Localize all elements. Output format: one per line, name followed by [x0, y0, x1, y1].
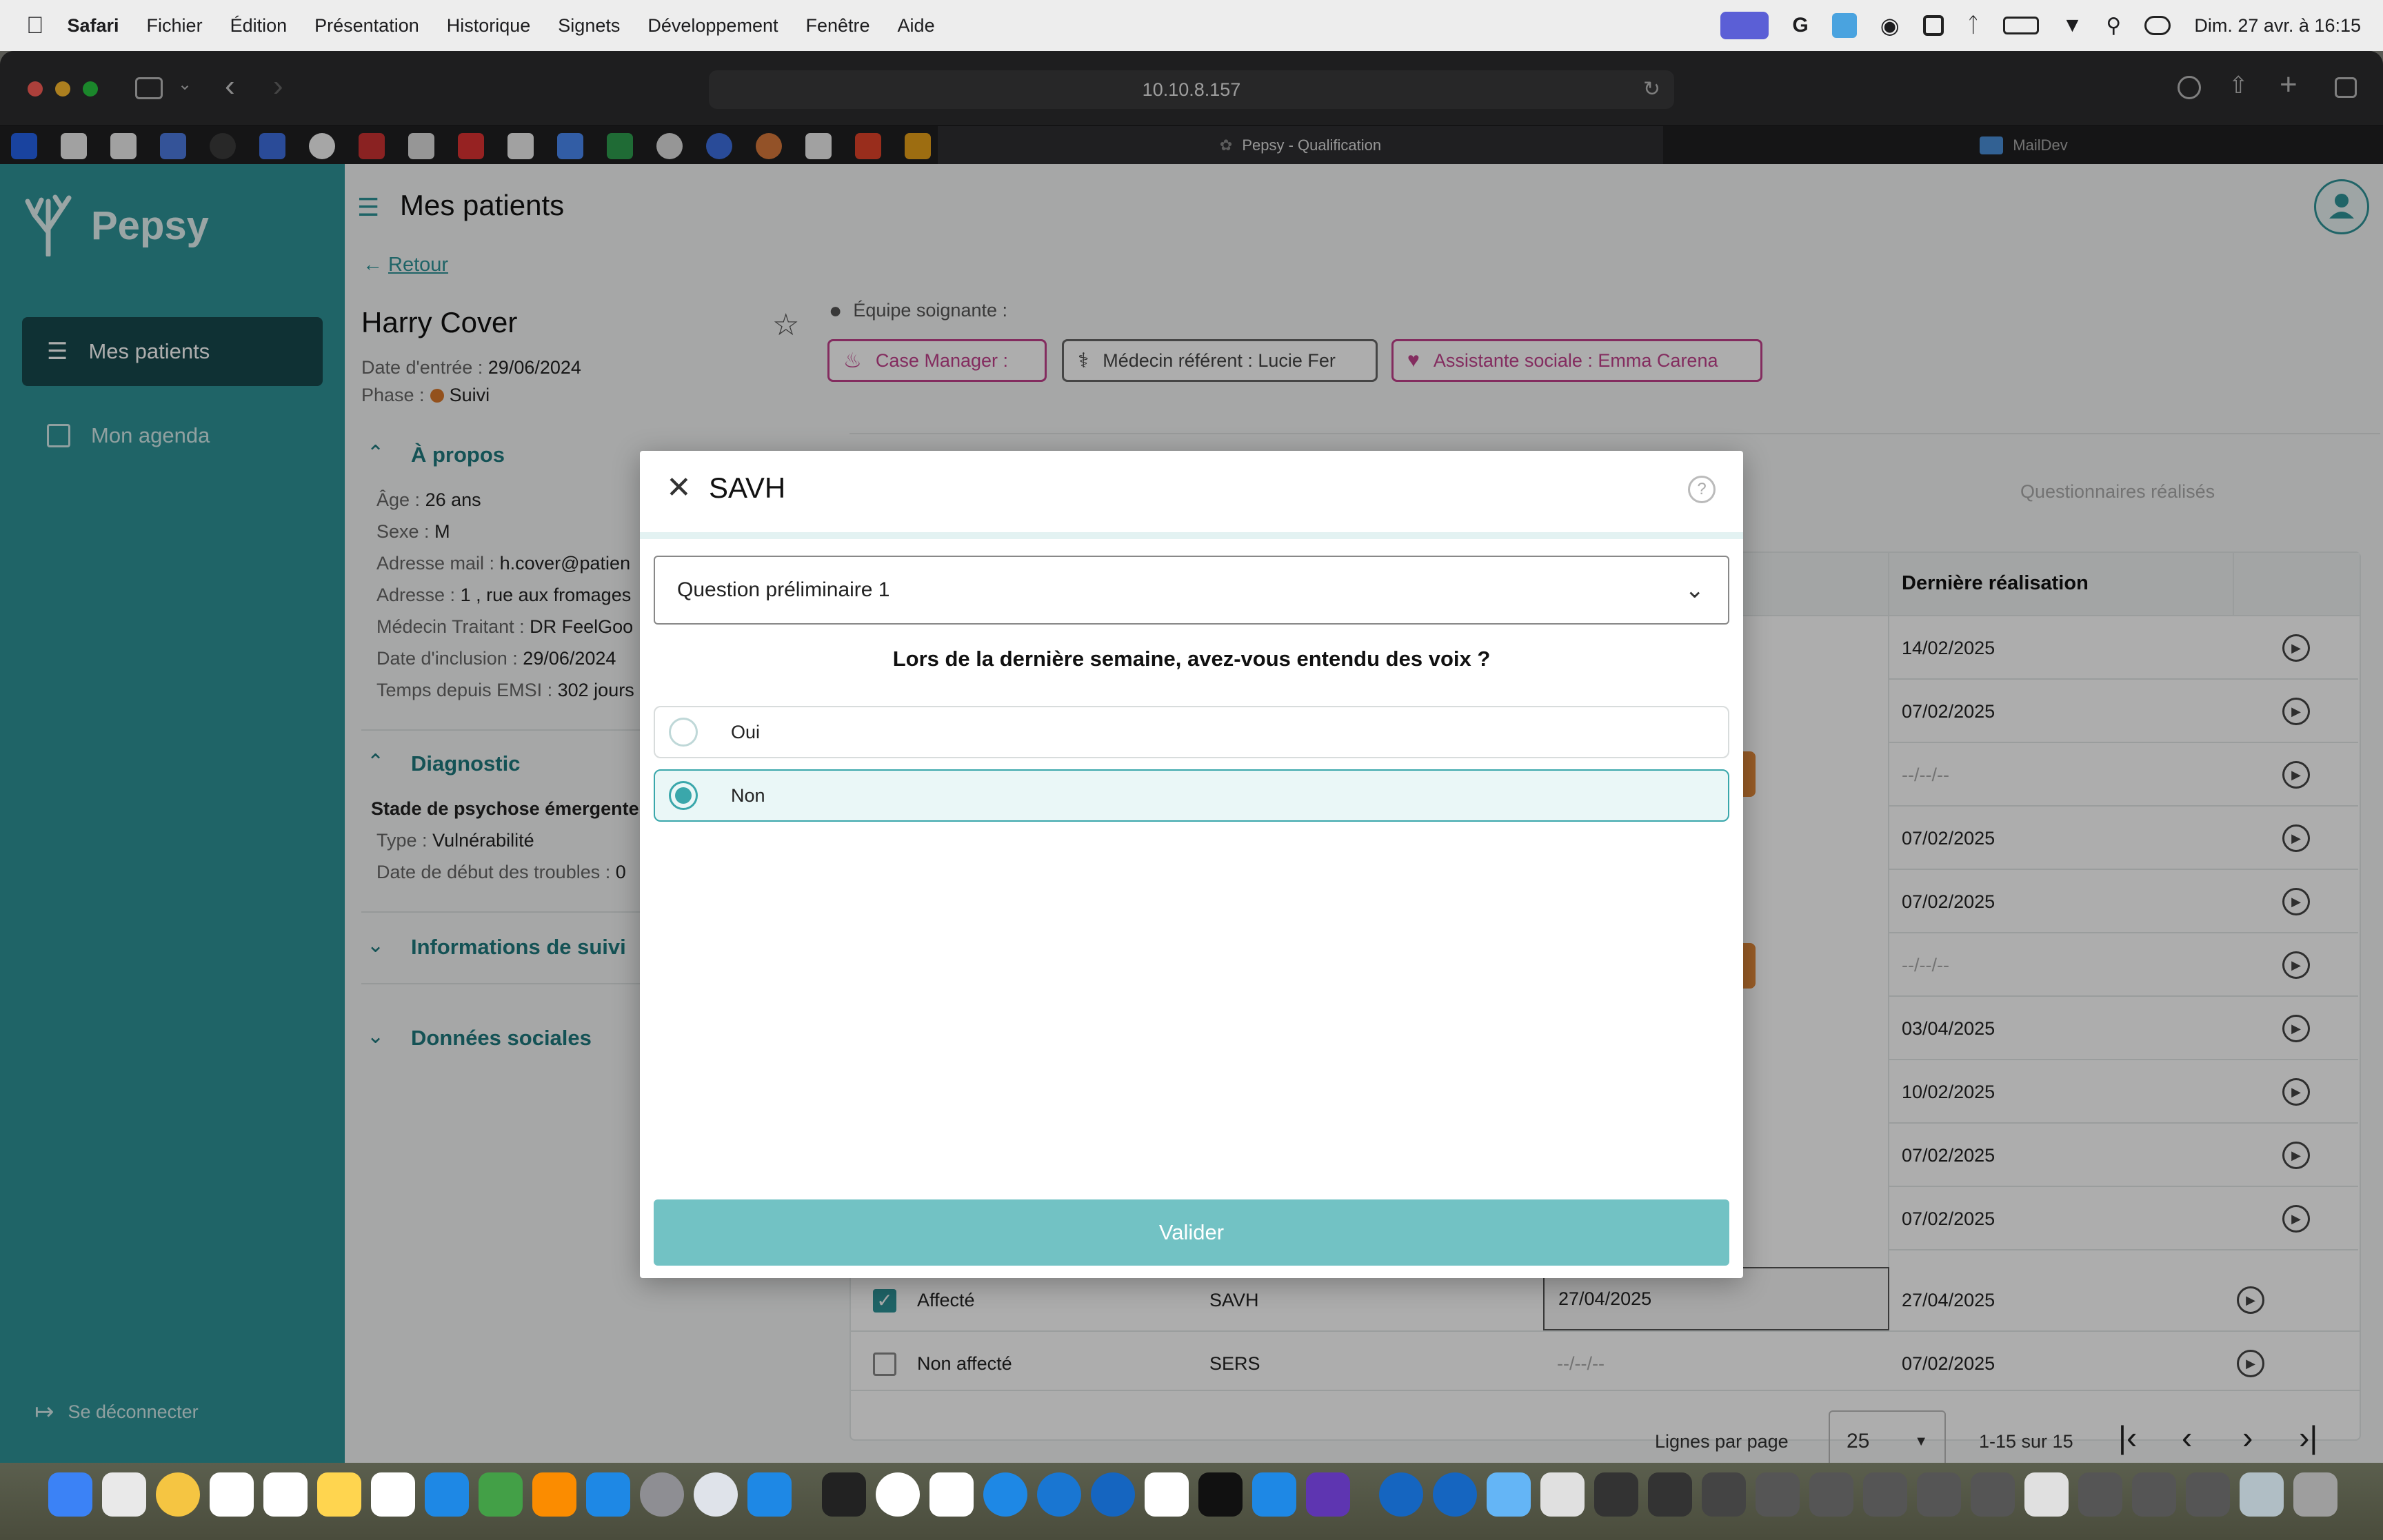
trash-icon[interactable]: [2293, 1472, 2337, 1517]
savh-modal: ✕ SAVH ? Question préliminaire 1 ⌄ Lors …: [640, 451, 1743, 1278]
window-thumbnail-3[interactable]: [1702, 1472, 1746, 1517]
globe-2-icon[interactable]: [1433, 1472, 1477, 1517]
chrome-icon[interactable]: [876, 1472, 920, 1517]
window-thumbnail-6[interactable]: [1863, 1472, 1907, 1517]
bluetooth-icon[interactable]: ᛏ: [1967, 14, 1980, 37]
window-thumbnail-9[interactable]: [2024, 1472, 2069, 1517]
finder-icon[interactable]: [48, 1472, 92, 1517]
menu-fenetre[interactable]: Fenêtre: [805, 15, 869, 37]
xcode-icon[interactable]: [747, 1472, 792, 1517]
window-thumbnail-2[interactable]: [1648, 1472, 1692, 1517]
wifi-icon[interactable]: ▼: [2062, 14, 2083, 37]
option-oui[interactable]: Oui: [654, 706, 1729, 758]
app-store-icon[interactable]: [586, 1472, 630, 1517]
photos-icon[interactable]: [156, 1472, 200, 1517]
privacy-icon[interactable]: [694, 1472, 738, 1517]
menu-aide[interactable]: Aide: [898, 15, 935, 37]
window-thumbnail-12[interactable]: [2186, 1472, 2230, 1517]
grammarly-icon[interactable]: G: [1792, 14, 1808, 37]
radio-selected[interactable]: [669, 781, 698, 810]
window-thumbnail-8[interactable]: [1971, 1472, 2015, 1517]
vscode-icon[interactable]: [1252, 1472, 1296, 1517]
radio-unselected[interactable]: [669, 718, 698, 747]
pycharm-icon[interactable]: [1198, 1472, 1243, 1517]
launchpad-icon[interactable]: [102, 1472, 146, 1517]
question-select[interactable]: Question préliminaire 1 ⌄: [654, 556, 1729, 625]
clock[interactable]: Dim. 27 avr. à 16:15: [2194, 15, 2361, 37]
pages-icon[interactable]: [532, 1472, 576, 1517]
freeform-icon[interactable]: [371, 1472, 415, 1517]
option-label: Non: [731, 784, 765, 806]
sync-icon[interactable]: [1922, 15, 1944, 36]
calendar-icon[interactable]: [210, 1472, 254, 1517]
valider-button[interactable]: Valider: [654, 1199, 1729, 1266]
question-text: Lors de la dernière semaine, avez-vous e…: [892, 647, 1491, 671]
macos-dock: [0, 1463, 2383, 1540]
reminders-icon[interactable]: [263, 1472, 308, 1517]
window-thumbnail-13[interactable]: [2240, 1472, 2284, 1517]
window-thumbnail-7[interactable]: [1917, 1472, 1961, 1517]
modal-title: SAVH: [709, 472, 786, 504]
document-icon[interactable]: [1540, 1472, 1585, 1517]
tool-icon[interactable]: [1831, 13, 1857, 38]
help-icon[interactable]: ?: [1688, 476, 1716, 503]
window-thumbnail-10[interactable]: [2078, 1472, 2122, 1517]
option-label: Oui: [731, 721, 761, 742]
chevron-down-icon: ⌄: [1685, 577, 1705, 603]
terminal-icon[interactable]: [822, 1472, 866, 1517]
battery-icon[interactable]: [2002, 17, 2039, 34]
numbers-icon[interactable]: [479, 1472, 523, 1517]
question-select-value: Question préliminaire 1: [677, 578, 890, 601]
display-icon[interactable]: [1720, 12, 1769, 39]
safari-icon[interactable]: [983, 1472, 1027, 1517]
keynote-icon[interactable]: [425, 1472, 469, 1517]
option-non[interactable]: Non: [654, 769, 1729, 822]
globe-icon[interactable]: [1379, 1472, 1423, 1517]
menu-historique[interactable]: Historique: [447, 15, 531, 37]
menu-developpement[interactable]: Développement: [647, 15, 778, 37]
vpn-icon[interactable]: ◉: [1880, 12, 1900, 39]
spotlight-icon[interactable]: ⚲: [2106, 14, 2121, 38]
menu-fichier[interactable]: Fichier: [147, 15, 203, 37]
instruments-icon[interactable]: [929, 1472, 974, 1517]
window-thumbnail-5[interactable]: [1809, 1472, 1853, 1517]
safari-window: ⌄ ‹ › 10.10.8.157 ↻ ⇧ + ✿ Pepsy - Qualif…: [0, 51, 2383, 1463]
modal-progress-track: [640, 532, 1743, 539]
gitkraken-icon[interactable]: [1306, 1472, 1350, 1517]
folder-icon[interactable]: [1487, 1472, 1531, 1517]
system-settings-icon[interactable]: [640, 1472, 684, 1517]
window-thumbnail-1[interactable]: [1594, 1472, 1638, 1517]
menu-signets[interactable]: Signets: [558, 15, 620, 37]
window-thumbnail-11[interactable]: [2132, 1472, 2176, 1517]
maps-icon[interactable]: [1037, 1472, 1081, 1517]
macos-menubar:  Safari Fichier Édition Présentation Hi…: [0, 0, 2383, 51]
close-icon[interactable]: ✕: [666, 470, 692, 505]
apple-icon[interactable]: : [26, 12, 44, 39]
markdown-icon[interactable]: [1091, 1472, 1135, 1517]
window-thumbnail-4[interactable]: [1756, 1472, 1800, 1517]
menu-edition[interactable]: Édition: [230, 15, 288, 37]
notes-icon[interactable]: [317, 1472, 361, 1517]
menu-app-name[interactable]: Safari: [68, 15, 119, 37]
tableplus-icon[interactable]: [1145, 1472, 1189, 1517]
menu-presentation[interactable]: Présentation: [314, 15, 419, 37]
control-center-icon[interactable]: [2144, 16, 2171, 35]
